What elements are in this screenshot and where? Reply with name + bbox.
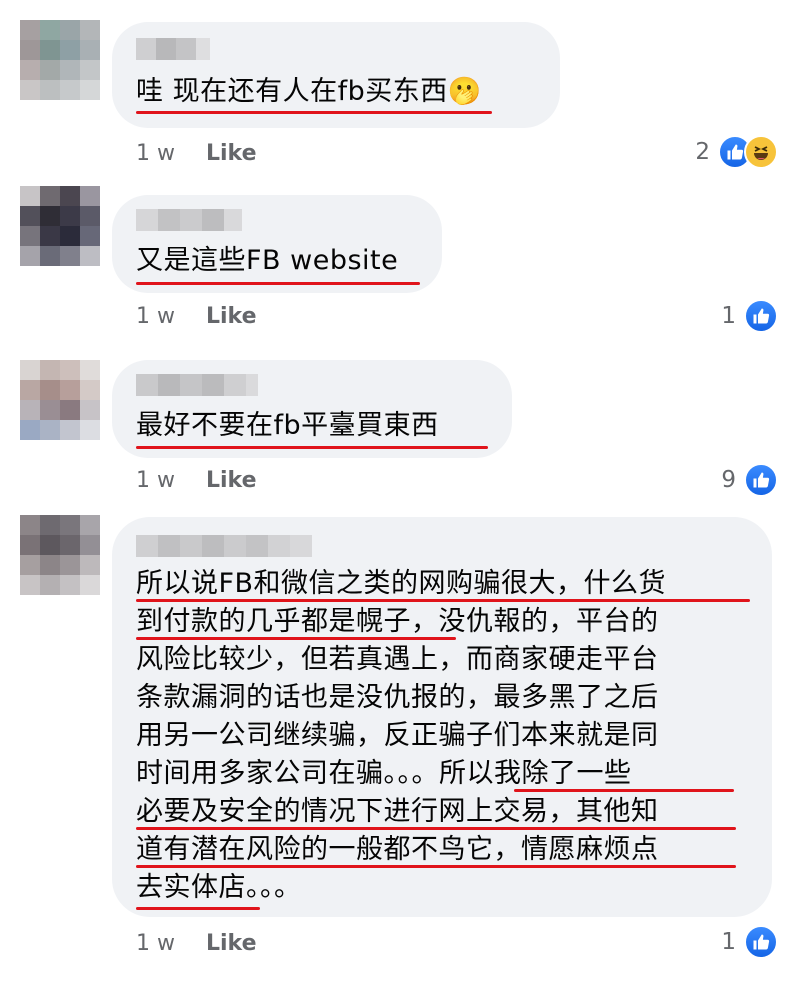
haha-icon	[744, 135, 778, 169]
comment-meta: 1 w Like	[136, 138, 257, 168]
reaction-count: 1	[721, 303, 736, 329]
comment-text-line: 到付款的几乎都是幌子，没仇報的，平台的	[136, 606, 659, 637]
comment-text-line: 最好不要在fb平臺買東西	[136, 410, 439, 441]
like-button[interactable]: Like	[206, 468, 257, 493]
red-underline	[136, 282, 420, 285]
red-underline	[514, 789, 734, 792]
comment-text-line: 风险比较少，但若真遇上，而商家硬走平台	[136, 644, 659, 675]
comment-bubble: 又是這些FB website	[112, 195, 442, 293]
like-icon	[744, 925, 778, 959]
comment-bubble: 所以说FB和微信之类的网购骗很大，什么货 到付款的几乎都是幌子，没仇報的，平台的…	[112, 517, 772, 917]
red-underline	[136, 907, 260, 910]
like-icon	[744, 299, 778, 333]
red-underline	[136, 865, 736, 868]
reaction-count: 1	[721, 929, 736, 955]
like-icon	[744, 463, 778, 497]
comment-text-line: 时间用多家公司在骗。。。所以我除了一些	[136, 758, 632, 789]
red-underline	[136, 637, 456, 640]
red-underline	[136, 827, 736, 830]
reaction-summary[interactable]: 2	[695, 132, 778, 172]
comment-text-line: 哇 现在还有人在fb买东西🫢	[136, 76, 482, 107]
timestamp[interactable]: 1 w	[136, 468, 206, 493]
comment-bubble: 最好不要在fb平臺買東西	[112, 360, 512, 458]
avatar[interactable]	[20, 360, 100, 440]
reaction-count: 9	[721, 467, 736, 493]
author-name-blurred[interactable]	[136, 209, 242, 231]
timestamp[interactable]: 1 w	[136, 141, 206, 166]
author-name-blurred[interactable]	[136, 38, 210, 60]
like-button[interactable]: Like	[206, 931, 257, 956]
red-underline	[136, 446, 488, 449]
reaction-summary[interactable]: 9	[721, 460, 778, 500]
comment-meta: 1 w Like	[136, 301, 257, 331]
like-button[interactable]: Like	[206, 141, 257, 166]
author-name-blurred[interactable]	[136, 535, 312, 557]
timestamp[interactable]: 1 w	[136, 931, 206, 956]
reaction-summary[interactable]: 1	[721, 296, 778, 336]
like-button[interactable]: Like	[206, 304, 257, 329]
avatar[interactable]	[20, 515, 100, 595]
timestamp[interactable]: 1 w	[136, 304, 206, 329]
red-underline	[136, 599, 750, 602]
comment-text-line: 条款漏洞的话也是没仇报的，最多黑了之后	[136, 682, 659, 713]
comment-text-line: 去实体店。。。	[136, 872, 302, 903]
reaction-summary[interactable]: 1	[721, 922, 778, 962]
comment-text-line: 又是這些FB website	[136, 245, 399, 276]
comment-meta: 1 w Like	[136, 928, 257, 958]
comment-text-line: 用另一公司继续骗，反正骗子们本来就是同	[136, 720, 659, 751]
comment-text-line: 必要及安全的情况下进行网上交易，其他知	[136, 796, 659, 827]
red-underline	[136, 111, 492, 114]
avatar[interactable]	[20, 186, 100, 266]
comment-text-line: 所以说FB和微信之类的网购骗很大，什么货	[136, 568, 667, 599]
comment-text-line: 道有潜在风险的一般都不鸟它，情愿麻烦点	[136, 834, 659, 865]
avatar[interactable]	[20, 20, 100, 100]
comment-meta: 1 w Like	[136, 465, 257, 495]
reaction-count: 2	[695, 139, 710, 165]
author-name-blurred[interactable]	[136, 374, 258, 396]
